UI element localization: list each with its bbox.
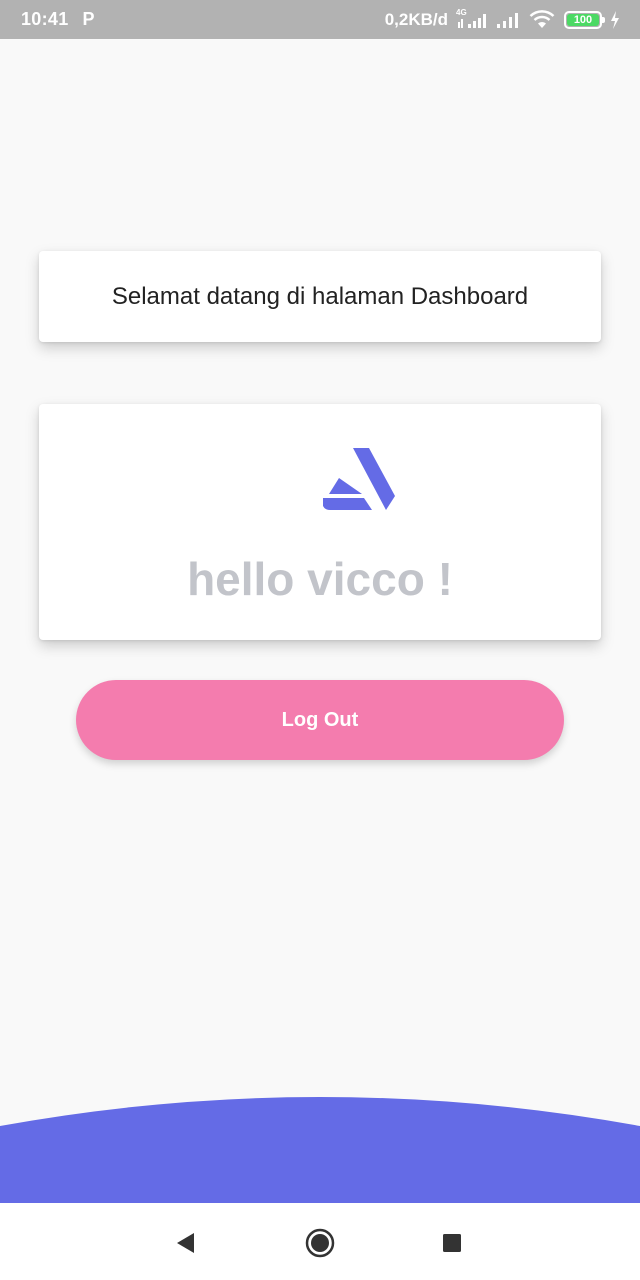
status-right: 0,2KB/d 4G 100 xyxy=(384,7,620,30)
data-speed: 0,2KB/d xyxy=(384,9,448,29)
signal-sim1-icon: 4G xyxy=(456,7,488,30)
welcome-card: Selamat datang di halaman Dashboard xyxy=(39,251,601,342)
signal-sim2-icon xyxy=(497,12,518,28)
status-time: 10:41 xyxy=(21,9,69,29)
back-button[interactable] xyxy=(169,1227,201,1259)
home-icon xyxy=(305,1228,335,1258)
wifi-icon xyxy=(529,9,555,28)
artstation-logo-icon xyxy=(323,448,395,510)
app-notification-icon: P xyxy=(82,9,95,29)
greeting-text: hello vicco ! xyxy=(187,553,453,605)
navigation-bar xyxy=(0,1203,640,1280)
back-icon xyxy=(177,1233,194,1253)
welcome-text: Selamat datang di halaman Dashboard xyxy=(111,282,529,310)
logout-button-label: Log Out xyxy=(281,708,359,731)
status-left: 10:41 P xyxy=(21,9,95,30)
battery-icon: 100 xyxy=(564,10,605,29)
bottom-wave xyxy=(0,1097,640,1204)
status-bar: 10:41 P 0,2KB/d 4G 100 xyxy=(0,0,640,39)
recents-button[interactable] xyxy=(436,1227,468,1259)
network-type: 4G xyxy=(456,7,467,17)
charging-icon xyxy=(611,10,619,29)
logout-button[interactable]: Log Out xyxy=(76,680,564,760)
hello-card: hello vicco ! xyxy=(39,404,601,640)
battery-level: 100 xyxy=(567,13,599,26)
recents-icon xyxy=(443,1234,461,1252)
home-button[interactable] xyxy=(304,1227,336,1259)
